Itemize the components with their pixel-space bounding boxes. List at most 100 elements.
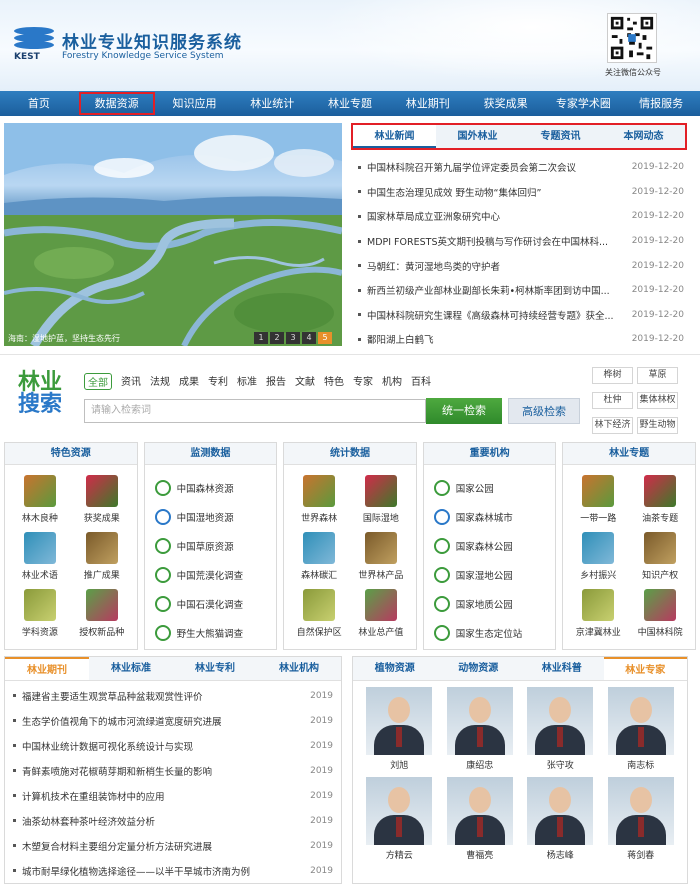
search-category-tag[interactable]: 报告 <box>266 373 286 390</box>
expert-card[interactable]: 张守攻 <box>520 685 601 771</box>
expert-name[interactable]: 曹福亮 <box>440 848 521 861</box>
resource-item[interactable]: 授权新品种 <box>71 589 133 638</box>
journal-item[interactable]: 城市耐旱绿化植物选择途径——以半干旱城市济南为例 2019 <box>13 858 333 883</box>
news-item[interactable]: 中国林科院研究生课程《高级森林可持续经营专题》获全... 2019-12-20 <box>358 303 684 328</box>
expert-name[interactable]: 张守攻 <box>520 758 601 771</box>
journal-item[interactable]: 计算机技术在重组装饰材中的应用 2019 <box>13 783 333 808</box>
search-category-tag[interactable]: 机构 <box>382 373 402 390</box>
nav-item[interactable]: 知识应用 <box>156 91 234 116</box>
search-category-tag[interactable]: 资讯 <box>121 373 141 390</box>
card-title[interactable]: 监测数据 <box>144 443 277 465</box>
resources-tab[interactable]: 植物资源 <box>353 657 437 680</box>
banner-page-button[interactable]: 1 <box>254 332 268 344</box>
search-category-tag[interactable]: 成果 <box>179 373 199 390</box>
news-item[interactable]: MDPI FORESTS英文期刊投稿与写作研讨会在中国林科... 2019-12-… <box>358 229 684 254</box>
news-title[interactable]: 中国生态治理见成效 野生动物“集体回归” <box>367 185 626 199</box>
journal-title[interactable]: 中国林业统计数据可视化系统设计与实现 <box>22 739 293 753</box>
hot-keyword[interactable]: 草原 <box>637 367 678 384</box>
resource-item[interactable]: 国际湿地 <box>350 475 412 524</box>
hot-keyword[interactable]: 杜仲 <box>592 392 633 409</box>
news-item[interactable]: 鄱阳湖上白鹤飞 2019-12-20 <box>358 327 684 352</box>
expert-card[interactable]: 南志标 <box>601 685 682 771</box>
hot-keyword[interactable]: 林下经济 <box>592 417 633 434</box>
journal-title[interactable]: 油茶幼林套种茶叶经济效益分析 <box>22 814 293 828</box>
nav-item[interactable]: 林业专题 <box>311 91 389 116</box>
resource-item[interactable]: 推广成果 <box>71 532 133 581</box>
nav-item[interactable]: 首页 <box>0 91 78 116</box>
resource-item[interactable]: 林业总产值 <box>350 589 412 638</box>
banner-page-button[interactable]: 3 <box>286 332 300 344</box>
expert-name[interactable]: 杨志峰 <box>520 848 601 861</box>
expert-name[interactable]: 南志标 <box>601 758 682 771</box>
news-title[interactable]: 中国林科院召开第九届学位评定委员会第二次会议 <box>367 160 626 174</box>
banner-page-button[interactable]: 5 <box>318 332 332 344</box>
site-title[interactable]: 林业专业知识服务系统 <box>62 28 242 53</box>
journal-title[interactable]: 生态学价值视角下的城市河流绿道宽度研究进展 <box>22 714 293 728</box>
card-title[interactable]: 重要机构 <box>423 443 556 465</box>
journal-item[interactable]: 油茶幼林套种茶叶经济效益分析 2019 <box>13 808 333 833</box>
search-category-tag[interactable]: 法规 <box>150 373 170 390</box>
journal-tab[interactable]: 林业机构 <box>257 657 341 680</box>
resource-item[interactable]: 一带一路 <box>567 475 629 524</box>
resource-link[interactable]: 国家公园 <box>433 473 548 502</box>
search-category-tag[interactable]: 特色 <box>324 373 344 390</box>
logo-icon[interactable] <box>12 26 56 50</box>
nav-item[interactable]: 情报服务 <box>622 91 700 116</box>
expert-card[interactable]: 方精云 <box>359 775 440 861</box>
card-title[interactable]: 统计数据 <box>284 443 416 465</box>
expert-card[interactable]: 康绍忠 <box>440 685 521 771</box>
banner-page-button[interactable]: 4 <box>302 332 316 344</box>
news-tab[interactable]: 林业新闻 <box>353 125 436 148</box>
resource-link[interactable]: 中国荒漠化调查 <box>154 560 269 589</box>
resource-link[interactable]: 中国草原资源 <box>154 531 269 560</box>
search-category-tag[interactable]: 文献 <box>295 373 315 390</box>
resource-item[interactable]: 自然保护区 <box>288 589 350 638</box>
search-category-tag[interactable]: 专利 <box>208 373 228 390</box>
resource-link[interactable]: 中国湿地资源 <box>154 502 269 531</box>
news-item[interactable]: 中国林科院召开第九届学位评定委员会第二次会议 2019-12-20 <box>358 155 684 180</box>
search-category-tag[interactable]: 专家 <box>353 373 373 390</box>
resource-item[interactable]: 油茶专题 <box>629 475 691 524</box>
resource-link[interactable]: 国家森林公园 <box>433 531 548 560</box>
resource-item[interactable]: 世界林产品 <box>350 532 412 581</box>
resources-tab[interactable]: 林业专家 <box>603 657 687 680</box>
search-category-tag[interactable]: 全部 <box>84 373 112 390</box>
journal-tab[interactable]: 林业专利 <box>173 657 257 680</box>
news-item[interactable]: 新西兰初级产业部林业副部长朱莉•柯林斯率团到访中国... 2019-12-20 <box>358 278 684 303</box>
nav-item[interactable]: 林业期刊 <box>389 91 467 116</box>
search-input[interactable]: 请输入检索词 <box>84 399 426 423</box>
expert-card[interactable]: 杨志峰 <box>520 775 601 861</box>
advanced-search-button[interactable]: 高级检索 <box>508 398 580 424</box>
news-tab[interactable]: 专题资讯 <box>519 125 602 148</box>
expert-card[interactable]: 曹福亮 <box>440 775 521 861</box>
expert-name[interactable]: 康绍忠 <box>440 758 521 771</box>
banner-page-button[interactable]: 2 <box>270 332 284 344</box>
resource-item[interactable]: 京津冀林业 <box>567 589 629 638</box>
hot-keyword[interactable]: 桦树 <box>592 367 633 384</box>
journal-title[interactable]: 福建省主要适生观赏草品种盆栽观赏性评价 <box>22 689 293 703</box>
hot-keyword[interactable]: 野生动物 <box>637 417 678 434</box>
news-title[interactable]: 马朝红：黄河湿地鸟类的守护者 <box>367 259 626 273</box>
resource-link[interactable]: 国家森林城市 <box>433 502 548 531</box>
journal-item[interactable]: 青鲜素喷施对花椒萌芽期和新梢生长量的影响 2019 <box>13 758 333 783</box>
resource-item[interactable]: 林业术语 <box>9 532 71 581</box>
journal-item[interactable]: 生态学价值视角下的城市河流绿道宽度研究进展 2019 <box>13 708 333 733</box>
news-title[interactable]: MDPI FORESTS英文期刊投稿与写作研讨会在中国林科... <box>367 234 626 248</box>
journal-item[interactable]: 木塑复合材料主要组分定量分析方法研究进展 2019 <box>13 833 333 858</box>
journal-tab[interactable]: 林业标准 <box>89 657 173 680</box>
expert-name[interactable]: 蒋剑春 <box>601 848 682 861</box>
resource-link[interactable]: 国家湿地公园 <box>433 560 548 589</box>
journal-item[interactable]: 福建省主要适生观赏草品种盆栽观赏性评价 2019 <box>13 683 333 708</box>
news-title[interactable]: 鄱阳湖上白鹤飞 <box>367 332 626 346</box>
resource-link[interactable]: 野生大熊猫调查 <box>154 618 269 647</box>
news-item[interactable]: 国家林草局成立亚洲象研究中心 2019-12-20 <box>358 204 684 229</box>
resources-tab[interactable]: 林业科普 <box>520 657 604 680</box>
search-category-tag[interactable]: 百科 <box>411 373 431 390</box>
news-item[interactable]: 中国生态治理见成效 野生动物“集体回归” 2019-12-20 <box>358 180 684 205</box>
search-category-tag[interactable]: 标准 <box>237 373 257 390</box>
nav-item[interactable]: 获奖成果 <box>467 91 545 116</box>
hot-keyword[interactable]: 集体林权 <box>637 392 678 409</box>
nav-item[interactable]: 专家学术圈 <box>544 91 622 116</box>
resources-tab[interactable]: 动物资源 <box>437 657 521 680</box>
expert-name[interactable]: 方精云 <box>359 848 440 861</box>
